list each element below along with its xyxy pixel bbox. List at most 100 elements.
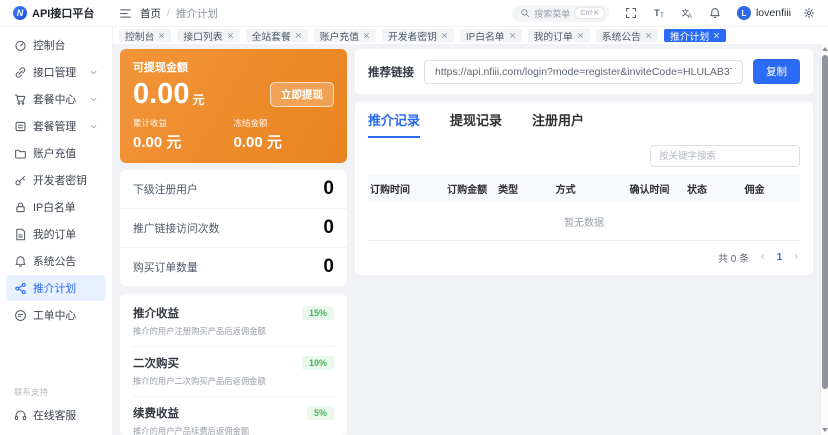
commission-title: 二次购买: [133, 355, 179, 371]
referral-link-input[interactable]: [424, 60, 743, 84]
rate-badge: 15%: [302, 306, 334, 320]
page-tab[interactable]: 账户充值: [314, 29, 376, 42]
sidebar: 控制台 接口管理 套餐中心 套餐管理 账: [0, 27, 113, 435]
sidebar-item-label: 工单中心: [33, 307, 76, 323]
username: lovenfiii: [756, 7, 791, 19]
page-tab-label: 我的订单: [534, 29, 573, 43]
app-header: N API接口平台 首页 / 推介计划 搜索菜单 Ctrl K TT 文A L …: [0, 0, 828, 27]
records-tab[interactable]: 提现记录: [450, 110, 502, 138]
page-tab-label: 接口列表: [183, 29, 222, 43]
font-size-icon[interactable]: TT: [653, 7, 665, 19]
close-icon[interactable]: [295, 32, 302, 39]
folder-icon: [14, 147, 27, 160]
empty-state: 暂无数据: [368, 202, 800, 241]
records-card: 推介记录 提现记录 注册用户 订购时间: [355, 102, 813, 275]
records-tab[interactable]: 推介记录: [368, 110, 420, 138]
commission-item: 二次购买 10% 推介的用户二次购买产品后返佣金额: [133, 347, 334, 397]
sidebar-item[interactable]: 控制台: [6, 32, 106, 58]
sidebar-item-label: 推介计划: [33, 280, 76, 296]
wallet-amount: 0.00: [133, 79, 189, 109]
page-tab[interactable]: 推介计划: [664, 29, 726, 42]
avatar: L: [737, 6, 751, 20]
page-tab[interactable]: 全站套餐: [246, 29, 308, 42]
bell-icon: [14, 255, 27, 268]
page-tab[interactable]: 系统公告: [596, 29, 658, 42]
headset-icon: [14, 409, 27, 422]
referral-link-card: 推荐链接 复制: [355, 49, 813, 94]
sidebar-item[interactable]: 系统公告: [6, 248, 106, 274]
wallet-card: 可提现金额 0.00 元 立即提现 累计收益 0.00 元 冻结金额 0.00 …: [120, 49, 347, 163]
sidebar-collapse-icon[interactable]: [119, 7, 132, 20]
scrollbar[interactable]: [820, 44, 828, 435]
close-icon[interactable]: [713, 32, 720, 39]
sidebar-item-label: IP白名单: [33, 199, 76, 215]
sidebar-item-label: 套餐中心: [33, 91, 76, 107]
rate-badge: 5%: [307, 406, 334, 420]
breadcrumb-home[interactable]: 首页: [140, 6, 161, 21]
commission-description: 推介的用户产品续费后返佣金额: [133, 425, 334, 435]
page-tab-label: 系统公告: [602, 29, 641, 43]
sidebar-item[interactable]: 套餐中心: [6, 86, 106, 112]
key-icon: [14, 174, 27, 187]
scroll-down-arrow-icon[interactable]: [822, 428, 828, 432]
sidebar-item[interactable]: 套餐管理: [6, 113, 106, 139]
fullscreen-icon[interactable]: [625, 7, 637, 19]
page-tab[interactable]: 我的订单: [528, 29, 590, 42]
withdraw-button[interactable]: 立即提现: [270, 82, 334, 107]
wallet-amount-row: 0.00 元 立即提现: [133, 79, 334, 109]
sidebar-item-label: 接口管理: [33, 64, 76, 80]
pagination-prev[interactable]: ‹: [761, 252, 765, 263]
sidebar-item[interactable]: 推介计划: [6, 275, 106, 301]
sidebar-item-label: 在线客服: [33, 407, 76, 423]
pagination-page-1[interactable]: 1: [777, 253, 783, 263]
pagination-total: 共 0 条: [718, 250, 749, 265]
support-heading: 联系支持: [14, 386, 112, 398]
close-icon[interactable]: [645, 32, 652, 39]
menu-search[interactable]: 搜索菜单 Ctrl K: [512, 5, 609, 22]
search-icon: [520, 8, 530, 18]
svg-text:T: T: [654, 8, 660, 18]
chevron-down-icon: [89, 68, 98, 77]
commission-description: 推介的用户注册购买产品后返佣金额: [133, 325, 334, 337]
commission-rates-card: 推介收益 15% 推介的用户注册购买产品后返佣金额 二次购买 10% 推介的用户…: [120, 294, 347, 435]
table-header-row: 订购时间 订购金额 类型 方式 确认时间 状态 佣金: [368, 175, 800, 202]
page-tab-label: 推介计划: [670, 29, 709, 43]
scroll-up-arrow-icon[interactable]: [822, 47, 828, 51]
close-icon[interactable]: [363, 32, 370, 39]
breadcrumb-current: 推介计划: [176, 6, 218, 21]
sidebar-item[interactable]: 我的订单: [6, 221, 106, 247]
sidebar-item[interactable]: 接口管理: [6, 59, 106, 85]
pagination-next[interactable]: ›: [794, 252, 798, 263]
brand: N API接口平台: [0, 5, 113, 21]
page-tab[interactable]: IP白名单: [460, 29, 522, 42]
stat-row: 购买订单数量 0: [120, 247, 347, 286]
keyword-search-input[interactable]: [650, 145, 800, 167]
scrollbar-thumb[interactable]: [822, 55, 828, 389]
close-icon[interactable]: [158, 32, 165, 39]
sidebar-item[interactable]: 工单中心: [6, 302, 106, 328]
sidebar-item[interactable]: IP白名单: [6, 194, 106, 220]
user-menu[interactable]: L lovenfiii: [737, 6, 791, 20]
page-tab[interactable]: 接口列表: [177, 29, 239, 42]
commission-item: 推介收益 15% 推介的用户注册购买产品后返佣金额: [133, 297, 334, 347]
sidebar-item[interactable]: 开发者密钥: [6, 167, 106, 193]
table-column-header: 状态: [685, 181, 743, 196]
close-icon[interactable]: [227, 32, 234, 39]
copy-button[interactable]: 复制: [753, 59, 800, 84]
right-column: 推荐链接 复制 推介记录 提现记录 注册用户: [355, 49, 813, 435]
sidebar-item[interactable]: 账户充值: [6, 140, 106, 166]
breadcrumb: 首页 / 推介计划: [140, 6, 218, 21]
page-tab[interactable]: 控制台: [119, 29, 171, 42]
notification-icon[interactable]: [709, 7, 721, 19]
close-icon[interactable]: [441, 32, 448, 39]
page-tab[interactable]: 开发者密钥: [382, 29, 454, 42]
close-icon[interactable]: [509, 32, 516, 39]
close-icon[interactable]: [577, 32, 584, 39]
translate-icon[interactable]: 文A: [681, 7, 693, 19]
referral-link-label: 推荐链接: [368, 64, 414, 80]
records-tab[interactable]: 注册用户: [532, 110, 584, 138]
settings-gear-icon[interactable]: [803, 7, 815, 19]
sidebar-item-label: 系统公告: [33, 253, 76, 269]
sidebar-menu: 控制台 接口管理 套餐中心 套餐管理 账: [0, 32, 112, 328]
sidebar-item-online-support[interactable]: 在线客服: [6, 402, 106, 428]
